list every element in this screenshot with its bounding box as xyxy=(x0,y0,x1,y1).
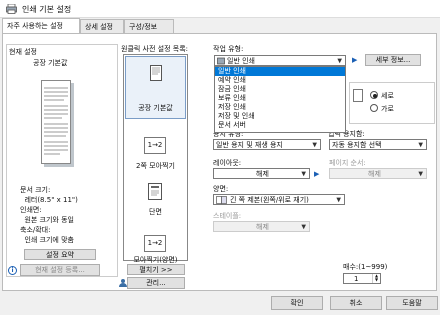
preset-item-two-up[interactable]: 1→2 2쪽 모아찍기 xyxy=(125,137,186,173)
printer-icon xyxy=(6,4,17,14)
summary-line: 인쇄면: xyxy=(20,206,42,214)
info-icon: i xyxy=(8,266,17,275)
summary-line: 원본 크기와 동일 xyxy=(20,216,74,224)
portrait-radio[interactable] xyxy=(370,91,378,99)
settings-summary-button[interactable]: 설정 요약 xyxy=(24,249,96,260)
settings-summary-text: 문서 크기: 레터(8.5" x 11") 인쇄면: 원본 크기와 동일 축소/… xyxy=(20,185,115,245)
summary-line: 레터(8.5" x 11") xyxy=(20,196,78,204)
chevron-down-icon: ▼ xyxy=(337,57,342,64)
layout-value: 해제 xyxy=(256,169,269,178)
settings-preview-image xyxy=(41,80,75,168)
two-up-icon: 1→2 xyxy=(144,137,166,154)
dropdown-option[interactable]: 일반 인쇄 xyxy=(215,67,345,76)
duplex-value: 긴 쪽 제본(왼쪽/위로 재기) xyxy=(230,195,309,204)
chevron-down-icon: ▼ xyxy=(312,141,317,148)
job-type-select[interactable]: 일반 인쇄 ▼ xyxy=(214,55,346,66)
tab-frequent-settings[interactable]: 자주 사용하는 설정 xyxy=(2,18,80,33)
combine-duplex-icon: 1→2 xyxy=(144,235,166,252)
copies-spinner[interactable]: 1 ▲ ▼ xyxy=(343,273,381,284)
ok-button[interactable]: 확인 xyxy=(271,296,323,310)
copies-label: 매수:(1~999) xyxy=(343,263,388,271)
page-order-select[interactable]: 해제 ▼ xyxy=(329,168,427,179)
dropdown-option[interactable]: 문서 서버 xyxy=(215,121,345,130)
register-current-settings-button[interactable]: 현재 설정 등록... xyxy=(20,264,100,276)
user-icon xyxy=(119,279,127,287)
window-title: 인쇄 기본 설정 xyxy=(22,5,72,14)
job-type-value: 일반 인쇄 xyxy=(227,56,255,65)
preset-item-label: 단면 xyxy=(149,208,162,216)
paper-type-select[interactable]: 일반 용지 및 재생 용지 ▼ xyxy=(213,139,321,150)
dropdown-option[interactable]: 보류 인쇄 xyxy=(215,94,345,103)
chevron-down-icon: ▼ xyxy=(301,170,306,177)
layout-select[interactable]: 해제 ▼ xyxy=(213,168,310,179)
page-order-label: 페이지 순서: xyxy=(329,159,366,167)
summary-line: 축소/확대: xyxy=(20,226,51,234)
arrow-right-icon: ▶ xyxy=(314,170,320,178)
help-button[interactable]: 도움말 xyxy=(386,296,438,310)
chevron-down-icon: ▼ xyxy=(418,141,423,148)
chevron-down-icon: ▼ xyxy=(418,170,423,177)
dropdown-option[interactable]: 예약 인쇄 xyxy=(215,76,345,85)
preset-list[interactable]: 공장 기본값 1→2 2쪽 모아찍기 단면 1→2 모아찍기(양면) xyxy=(123,54,188,264)
paper-tray-value: 자동 용지함 선택 xyxy=(332,140,382,149)
paper-tray-select[interactable]: 자동 용지함 선택 ▼ xyxy=(329,139,427,150)
current-settings-label: 현재 설정 xyxy=(9,48,37,56)
paper-type-value: 일반 용지 및 재생 용지 xyxy=(216,140,283,149)
chevron-down-icon: ▼ xyxy=(301,223,306,230)
single-sided-icon xyxy=(148,183,162,200)
layout-label: 레이아웃: xyxy=(213,159,242,167)
details-button[interactable]: 세부 정보... xyxy=(365,54,421,66)
settings-pane: 현재 설정 공장 기본값 문서 크기: 레터(8.5" x 11") 인쇄면: … xyxy=(2,33,437,291)
dropdown-option[interactable]: 잠금 인쇄 xyxy=(215,85,345,94)
preset-item-label: 공장 기본값 xyxy=(138,104,173,112)
orientation-preview-icon xyxy=(353,89,363,102)
title-bar: 인쇄 기본 설정 xyxy=(0,0,440,18)
dropdown-option[interactable]: 저장 및 인쇄 xyxy=(215,112,345,121)
duplex-label: 양면: xyxy=(213,185,229,193)
dropdown-option[interactable]: 저장 인쇄 xyxy=(215,103,345,112)
summary-line: 문서 크기: xyxy=(20,186,51,194)
staple-select[interactable]: 해제 ▼ xyxy=(213,221,310,232)
chevron-down-icon: ▼ xyxy=(336,196,341,203)
manage-presets-button[interactable]: 관리... xyxy=(127,277,185,289)
tab-detailed-settings[interactable]: 상세 설정 xyxy=(80,19,124,33)
cancel-button[interactable]: 취소 xyxy=(330,296,382,310)
preset-item-factory-default[interactable]: 공장 기본값 xyxy=(125,56,186,119)
document-icon xyxy=(150,65,162,81)
landscape-label: 가로 xyxy=(381,105,394,113)
landscape-radio[interactable] xyxy=(370,104,378,112)
spinner-arrows-icon[interactable]: ▲ ▼ xyxy=(372,274,380,283)
portrait-label: 세로 xyxy=(381,92,394,100)
job-type-dropdown-list[interactable]: 일반 인쇄 예약 인쇄 잠금 인쇄 보류 인쇄 저장 인쇄 저장 및 인쇄 문서… xyxy=(214,66,346,133)
preset-item-label: 2쪽 모아찍기 xyxy=(136,162,175,170)
duplex-select[interactable]: 긴 쪽 제본(왼쪽/위로 재기) ▼ xyxy=(213,194,345,205)
tab-config-info[interactable]: 구성/정보 xyxy=(124,19,174,33)
preset-item-single-sided[interactable]: 단면 xyxy=(125,183,186,223)
job-type-label: 작업 유형: xyxy=(213,45,244,53)
duplex-icon xyxy=(216,196,227,204)
copies-value: 1 xyxy=(354,274,359,283)
staple-value: 해제 xyxy=(256,222,269,231)
page-order-value: 해제 xyxy=(368,169,381,178)
arrow-right-icon: ▶ xyxy=(352,56,358,64)
job-type-icon xyxy=(217,57,225,65)
expand-presets-button[interactable]: 펼치기 >> xyxy=(127,264,185,275)
current-preset-name: 공장 기본값 xyxy=(33,59,68,67)
preset-list-label: 원클릭 사전 설정 목록: xyxy=(121,45,188,53)
staple-label: 스테이플: xyxy=(213,212,242,220)
summary-line: 인쇄 크기에 맞춤 xyxy=(20,236,74,244)
